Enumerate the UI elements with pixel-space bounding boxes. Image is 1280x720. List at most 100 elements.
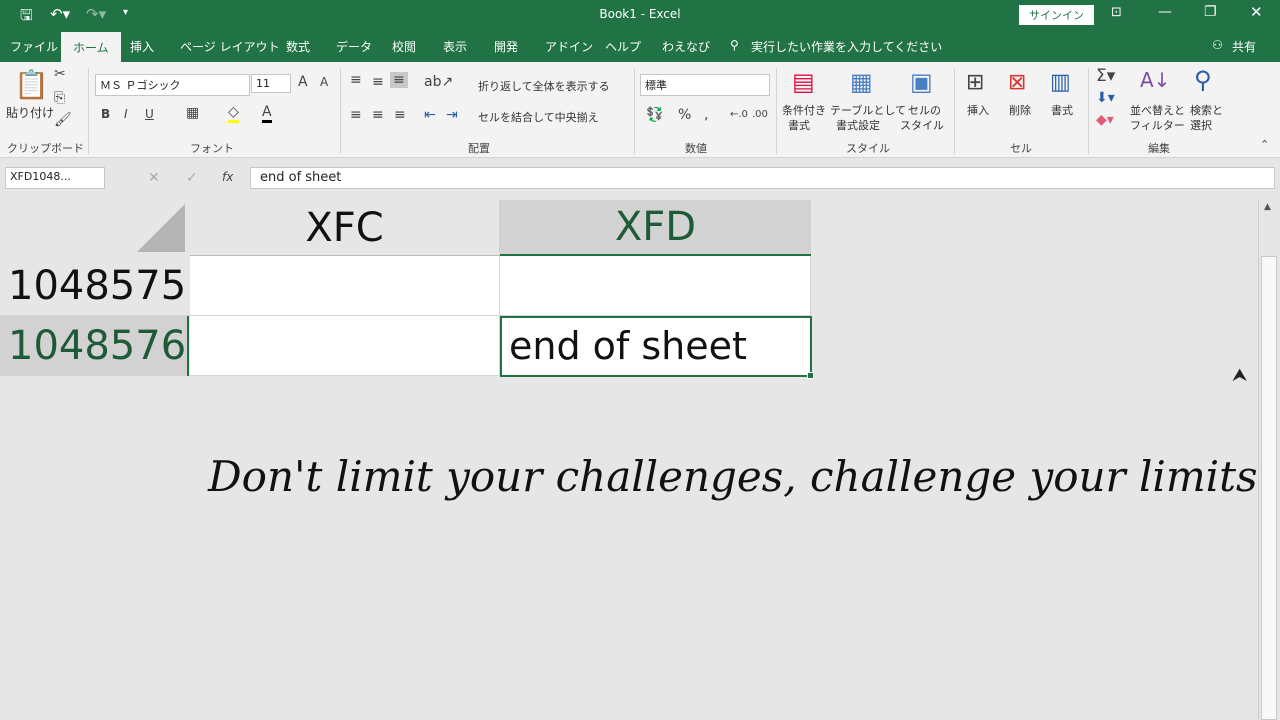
align-left-icon[interactable]: ≡ — [350, 107, 362, 123]
tell-me-input[interactable]: 実行したい作業を入力してください — [751, 38, 942, 55]
undo-icon[interactable]: ↶▾ — [50, 5, 70, 23]
cell-styles-icon[interactable]: ▣ — [910, 68, 933, 96]
tab-file[interactable]: ファイル — [10, 38, 58, 55]
insert-cells-icon[interactable]: ⊞ — [966, 70, 984, 95]
ribbon-tabs: ファイル ホーム 挿入 ページ レイアウト 数式 データ 校閲 表示 開発 アド… — [0, 30, 1280, 62]
increase-decimal-icon[interactable]: ←.0 — [730, 109, 748, 120]
shrink-font-icon[interactable]: A — [320, 75, 328, 89]
align-bottom-icon[interactable]: ≡ — [390, 72, 408, 88]
font-name-select[interactable]: ＭＳ Ｐゴシック — [95, 74, 250, 96]
orientation-icon[interactable]: ab↗ — [424, 74, 453, 90]
format-as-table-icon[interactable]: ▦ — [850, 68, 873, 96]
align-center-icon[interactable]: ≡ — [372, 107, 384, 123]
format-cells-button[interactable]: 書式 — [1051, 102, 1073, 118]
clear-icon[interactable]: ◆▾ — [1096, 112, 1114, 128]
conditional-format-button[interactable]: 条件付き — [782, 102, 826, 118]
minimize-button[interactable]: — — [1158, 4, 1172, 20]
signin-button[interactable]: サインイン — [1019, 5, 1094, 25]
collapse-ribbon-icon[interactable]: ⌃ — [1260, 138, 1269, 151]
scrollbar-thumb[interactable] — [1261, 256, 1277, 720]
tab-addins[interactable]: アドイン — [545, 38, 593, 55]
paste-icon[interactable]: 📋 — [14, 68, 49, 101]
cell-xfc1048576[interactable] — [190, 316, 500, 376]
paste-button[interactable]: 貼り付け — [6, 104, 54, 121]
wrap-text-button[interactable]: 折り返して全体を表示する — [478, 78, 610, 94]
cell-xfd1048575[interactable] — [500, 256, 811, 316]
format-as-table-button[interactable]: テーブルとして — [830, 102, 906, 118]
fill-color-icon[interactable]: ◇ — [228, 104, 239, 123]
share-icon[interactable]: ⚇ — [1212, 38, 1223, 52]
insert-function-icon[interactable]: fx — [222, 170, 233, 184]
tab-page-layout[interactable]: ページ レイアウト — [180, 38, 280, 55]
fill-icon[interactable]: ⬇▾ — [1096, 90, 1115, 106]
align-right-icon[interactable]: ≡ — [394, 107, 406, 123]
tab-data[interactable]: データ — [336, 38, 372, 55]
enter-icon[interactable]: ✓ — [186, 170, 198, 186]
row-header-1048575[interactable]: 1048575 — [0, 256, 189, 316]
sort-filter-button[interactable]: 並べ替えと — [1130, 102, 1185, 118]
autosum-icon[interactable]: Σ▾ — [1096, 66, 1115, 86]
column-header-xfc[interactable]: XFC — [190, 200, 500, 256]
ribbon-display-icon[interactable]: ⊡ — [1111, 5, 1122, 20]
number-format-select[interactable]: 標準 — [640, 74, 770, 96]
restore-button[interactable]: ❐ — [1204, 4, 1217, 20]
percent-icon[interactable]: % — [678, 107, 691, 123]
align-middle-icon[interactable]: ≡ — [372, 74, 384, 90]
delete-cells-icon[interactable]: ⊠ — [1008, 70, 1026, 95]
search-icon: ⚲ — [730, 38, 739, 52]
column-header-xfd[interactable]: XFD — [500, 200, 811, 256]
save-icon[interactable]: 🖫 — [20, 5, 33, 30]
cell-xfd1048576-selected[interactable]: end of sheet — [500, 316, 812, 377]
share-button[interactable]: 共有 — [1232, 38, 1256, 55]
grow-font-icon[interactable]: A — [298, 74, 308, 90]
title-bar: 🖫 ↶▾ ↷▾ ▾ Book1 - Excel サインイン ⊡ — ❐ ✕ — [0, 0, 1280, 30]
customize-qat-icon[interactable]: ▾ — [123, 7, 128, 18]
merge-center-button[interactable]: セルを結合して中央揃え — [478, 109, 599, 125]
underline-button[interactable]: U — [145, 107, 154, 121]
quote-text: Don't limit your challenges, challenge y… — [208, 452, 1280, 501]
insert-cells-button[interactable]: 挿入 — [967, 102, 989, 118]
select-all-button[interactable] — [0, 200, 189, 256]
format-cells-icon[interactable]: ▥ — [1050, 70, 1071, 95]
delete-cells-button[interactable]: 削除 — [1009, 102, 1031, 118]
close-button[interactable]: ✕ — [1250, 3, 1263, 21]
currency-icon[interactable]: 💱 — [646, 107, 663, 123]
tab-view[interactable]: 表示 — [443, 38, 467, 55]
decrease-decimal-icon[interactable]: .00 — [752, 109, 768, 120]
comma-icon[interactable]: , — [704, 107, 708, 123]
tab-help[interactable]: ヘルプ — [605, 38, 641, 55]
tab-review[interactable]: 校閲 — [392, 38, 416, 55]
conditional-format-icon[interactable]: ▤ — [792, 68, 815, 96]
row-header-1048576[interactable]: 1048576 — [0, 316, 189, 376]
increase-indent-icon[interactable]: ⇥ — [446, 107, 458, 123]
format-as-table-label: 書式設定 — [836, 119, 880, 132]
find-select-icon[interactable]: ⚲ — [1194, 66, 1212, 94]
find-select-button[interactable]: 検索と — [1190, 102, 1223, 118]
tab-insert[interactable]: 挿入 — [130, 38, 154, 55]
vertical-scrollbar[interactable]: ▲ — [1258, 200, 1280, 720]
italic-button[interactable]: I — [124, 107, 128, 121]
scroll-up-icon[interactable]: ▲ — [1264, 202, 1271, 212]
cell-styles-label: スタイル — [900, 119, 944, 132]
copy-icon[interactable]: ⎘ — [54, 90, 65, 106]
border-icon[interactable]: ▦ — [186, 105, 199, 121]
font-color-icon[interactable]: A — [262, 104, 272, 123]
decrease-indent-icon[interactable]: ⇤ — [424, 107, 436, 123]
name-box[interactable]: XFD1048... — [5, 167, 105, 189]
fill-handle[interactable] — [807, 372, 814, 379]
tab-formulas[interactable]: 数式 — [286, 38, 310, 55]
cell-xfc1048575[interactable] — [190, 256, 500, 316]
tab-home[interactable]: ホーム — [61, 32, 121, 62]
redo-icon[interactable]: ↷▾ — [86, 5, 106, 23]
formula-input[interactable]: end of sheet — [250, 167, 1275, 189]
tab-developer[interactable]: 開発 — [494, 38, 518, 55]
format-painter-icon[interactable]: 🖌 — [54, 112, 72, 128]
cell-styles-button[interactable]: セルの — [908, 102, 941, 118]
cut-icon[interactable]: ✂ — [54, 66, 66, 82]
cancel-icon[interactable]: ✕ — [148, 170, 160, 186]
font-size-select[interactable]: 11 — [251, 74, 291, 93]
bold-button[interactable]: B — [101, 107, 110, 121]
align-top-icon[interactable]: ≡ — [350, 72, 362, 88]
tab-waenabi[interactable]: わえなび — [662, 38, 710, 55]
sort-filter-icon[interactable]: A↓ — [1140, 68, 1170, 92]
